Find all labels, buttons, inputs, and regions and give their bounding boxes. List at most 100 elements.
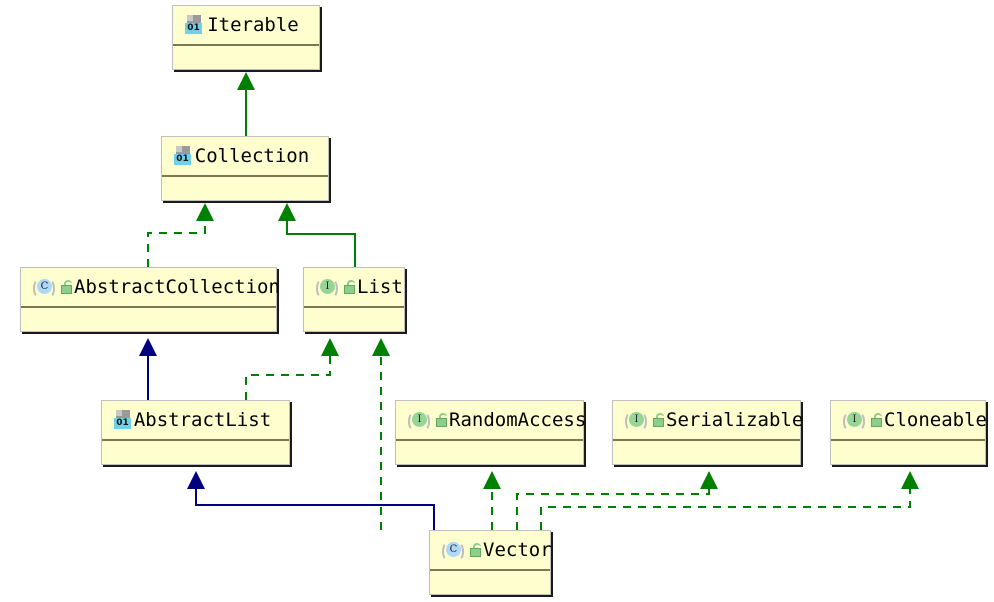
abstract-01-icon: 01 [114, 410, 132, 430]
node-title: Collection [194, 145, 310, 167]
node-header: I RandomAccess [396, 401, 586, 441]
node-members-compartment [21, 308, 276, 331]
interface-i-icon: I [843, 410, 865, 431]
lock-body [436, 418, 447, 427]
node-header: 01 AbstractList [102, 401, 289, 441]
uml-edge-abstractlist-to-abstractcollection [139, 338, 157, 400]
node-members-compartment [430, 571, 550, 594]
node-header: I List [304, 268, 404, 308]
lock-body [871, 418, 882, 427]
node-stereotype-icons: I [843, 410, 884, 431]
icon-kind-letter: I [629, 412, 644, 427]
uml-edge-vector-to-randomaccess [483, 471, 501, 530]
edge-arrowhead [321, 338, 339, 356]
node-title: Vector [483, 539, 552, 561]
icon-kind-letter: I [412, 412, 427, 427]
interface-i-icon: I [625, 410, 647, 431]
icon-kind-letter: I [320, 279, 335, 294]
node-stereotype-icons: C [442, 540, 483, 561]
uml-class-node-abstractcollection[interactable]: C AbstractCollection [20, 267, 280, 332]
node-stereotype-icons: 01 [185, 15, 203, 35]
node-stereotype-icons: I [316, 277, 357, 298]
node-members-compartment [102, 441, 289, 464]
uml-class-node-vector[interactable]: C Vector [429, 530, 552, 595]
node-stereotype-icons: C [33, 277, 74, 298]
node-members-compartment [831, 441, 985, 464]
edge-arrowhead [278, 203, 296, 221]
edge-line [195, 481, 435, 530]
abstract-badge-label: 01 [114, 418, 131, 429]
uml-class-node-cloneable[interactable]: I Cloneable [830, 400, 987, 465]
edge-arrowhead [372, 338, 390, 356]
uml-class-node-randomaccess[interactable]: I RandomAccess [395, 400, 586, 465]
node-members-compartment [162, 177, 328, 200]
edge-arrowhead [901, 471, 919, 489]
uml-edge-vector-to-serializable [516, 471, 718, 530]
node-title: RandomAccess [449, 409, 587, 431]
node-members-compartment [173, 46, 319, 69]
uml-class-node-list[interactable]: I List [303, 267, 405, 332]
node-title: Iterable [207, 14, 299, 36]
uml-class-node-abstractlist[interactable]: 01 AbstractList [101, 400, 290, 465]
node-header: C Vector [430, 531, 552, 571]
abstract-badge-label: 01 [185, 23, 202, 34]
abstract-01-icon: 01 [174, 146, 192, 166]
class-c-icon: C [442, 540, 464, 561]
lock-body [470, 548, 481, 557]
abstract-01-icon: 01 [185, 15, 203, 35]
edge-line [516, 481, 710, 530]
uml-class-node-iterable[interactable]: 01 Iterable [172, 5, 320, 70]
node-title: AbstractCollection [74, 276, 280, 298]
uml-class-node-collection[interactable]: 01 Collection [161, 136, 329, 201]
uml-edge-vector-to-list [372, 338, 390, 530]
lock-body [61, 285, 72, 294]
uml-class-node-serializable[interactable]: I Serializable [612, 400, 803, 465]
node-stereotype-icons: I [625, 410, 666, 431]
uml-edge-collection-to-iterable [237, 72, 255, 136]
edge-arrowhead [483, 471, 501, 489]
class-c-icon: C [33, 277, 55, 298]
uml-edge-vector-to-abstractlist [187, 471, 435, 530]
node-members-compartment [613, 441, 800, 464]
edge-line [147, 213, 206, 267]
edge-arrowhead [700, 471, 718, 489]
document-fold [116, 410, 122, 416]
icon-kind-letter: C [446, 542, 461, 557]
uml-class-diagram: 01 Iterable 01 Collection C AbstractCollectio… [0, 0, 994, 602]
public-lock-icon [342, 278, 357, 296]
node-title: AbstractList [133, 409, 272, 431]
document-fold [187, 15, 193, 21]
node-header: C AbstractCollection [21, 268, 280, 308]
lock-body [653, 418, 664, 427]
node-header: 01 Collection [162, 137, 328, 177]
public-lock-icon [434, 411, 449, 429]
node-title: Serializable [666, 409, 804, 431]
node-members-compartment [304, 308, 404, 331]
document-fold [176, 146, 182, 152]
edge-arrowhead [237, 72, 255, 90]
interface-i-icon: I [408, 410, 430, 431]
public-lock-icon [59, 278, 74, 296]
interface-i-icon: I [316, 277, 338, 298]
uml-edge-list-to-collection [278, 203, 356, 267]
public-lock-icon [468, 541, 483, 559]
uml-edge-abstractcollection-to-collection [147, 203, 214, 267]
uml-edge-vector-to-cloneable [540, 471, 919, 530]
lock-body [344, 285, 355, 294]
node-header: 01 Iterable [173, 6, 319, 46]
uml-edge-abstractlist-to-list [245, 338, 339, 400]
node-members-compartment [396, 441, 583, 464]
node-stereotype-icons: I [408, 410, 449, 431]
edge-line [245, 348, 331, 400]
public-lock-icon [651, 411, 666, 429]
icon-kind-letter: C [37, 279, 52, 294]
node-stereotype-icons: 01 [174, 146, 192, 166]
node-header: I Serializable [613, 401, 803, 441]
node-stereotype-icons: 01 [114, 410, 132, 430]
abstract-badge-label: 01 [174, 154, 191, 165]
edge-arrowhead [139, 338, 157, 356]
node-title: Cloneable [884, 409, 987, 431]
public-lock-icon [869, 411, 884, 429]
node-title: List [357, 276, 403, 298]
edge-arrowhead [196, 203, 214, 221]
